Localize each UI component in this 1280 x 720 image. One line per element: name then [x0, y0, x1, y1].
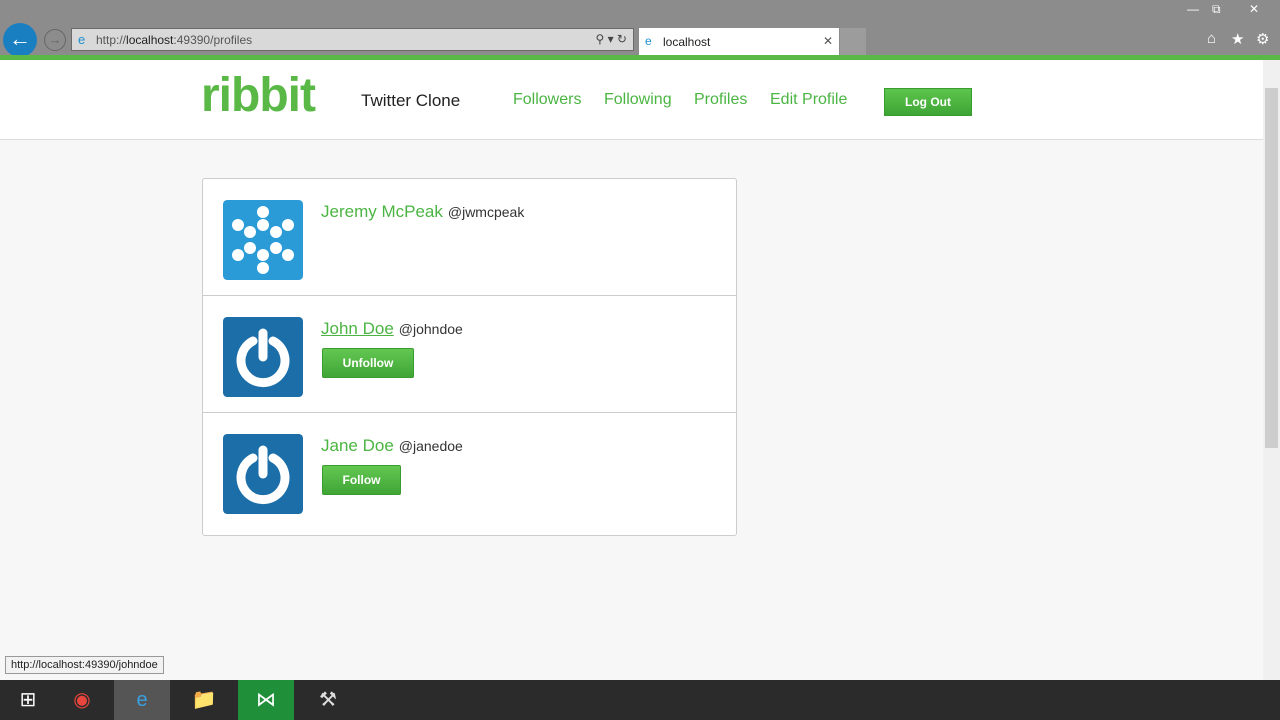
logout-button[interactable]: Log Out [884, 88, 972, 116]
ie-taskbar-icon[interactable]: e [114, 680, 170, 720]
profile-name-link[interactable]: Jeremy McPeak [321, 202, 443, 221]
minimize-icon[interactable]: — [1187, 2, 1199, 16]
search-refresh-icons[interactable]: ⚲ ▾ ↻ [595, 32, 627, 46]
nav-followers[interactable]: Followers [513, 91, 581, 109]
dots-avatar-icon [223, 200, 303, 280]
page: ribbit Twitter Clone Followers Following… [0, 60, 1263, 680]
tab-title: localhost [663, 35, 711, 49]
home-icon[interactable]: ⌂ [1207, 30, 1216, 47]
explorer-icon[interactable]: 📁 [176, 680, 232, 720]
visual-studio-icon[interactable]: ⋈ [238, 680, 294, 720]
browser-chrome: ← → e http://localhost:49390/profiles ⚲ … [0, 0, 1280, 57]
follow-button[interactable]: Follow [322, 465, 401, 495]
gear-icon[interactable]: ⚙ [1256, 30, 1269, 48]
logo[interactable]: ribbit [201, 68, 316, 123]
nav-following[interactable]: Following [604, 91, 672, 109]
close-tab-icon[interactable]: ✕ [823, 34, 833, 48]
forward-button[interactable]: → [44, 29, 66, 51]
back-button[interactable]: ← [3, 23, 37, 57]
address-bar[interactable]: e http://localhost:49390/profiles ⚲ ▾ ↻ [71, 28, 634, 51]
unfollow-button[interactable]: Unfollow [322, 348, 414, 378]
profile-handle: @janedoe [398, 438, 463, 454]
power-avatar-icon [223, 317, 303, 397]
scrollbar[interactable] [1263, 60, 1280, 680]
url-rest: :49390/profiles [173, 33, 253, 47]
nav-profiles[interactable]: Profiles [694, 91, 747, 109]
ie-icon: e [645, 34, 652, 48]
close-icon[interactable]: ✕ [1249, 2, 1259, 16]
tagline: Twitter Clone [361, 91, 461, 110]
ie-icon: e [78, 32, 86, 47]
profile-handle: @johndoe [398, 321, 463, 337]
scrollbar-thumb[interactable] [1265, 88, 1278, 448]
taskbar: ⊞ ◉ e 📁 ⋈ ⚒ [0, 680, 1280, 720]
url-host: localhost [126, 33, 174, 47]
chrome-icon[interactable]: ◉ [54, 680, 110, 720]
profile-row: Jane Doe @janedoe Follow [203, 413, 736, 530]
profile-handle: @jwmcpeak [447, 204, 525, 220]
restore-icon[interactable]: ⧉ [1212, 2, 1221, 17]
profile-row: John Doe @johndoe Unfollow [203, 296, 736, 413]
profile-list: Jeremy McPeak @jwmcpeak John Doe @johndoe … [202, 178, 737, 536]
tools-icon[interactable]: ⚒ [300, 680, 356, 720]
status-bar-url: http://localhost:49390/johndoe [5, 656, 164, 674]
star-icon[interactable]: ★ [1231, 30, 1244, 48]
profile-name-link[interactable]: John Doe [321, 319, 394, 338]
profile-row: Jeremy McPeak @jwmcpeak [203, 179, 736, 296]
start-icon[interactable]: ⊞ [0, 680, 56, 720]
nav-edit-profile[interactable]: Edit Profile [770, 91, 847, 109]
browser-tab[interactable]: e localhost ✕ [639, 28, 839, 55]
site-header: ribbit Twitter Clone Followers Following… [0, 60, 1263, 140]
url-prefix: http:// [96, 33, 127, 47]
profile-name-link[interactable]: Jane Doe [321, 436, 394, 455]
new-tab-button[interactable] [840, 28, 866, 55]
power-avatar-icon [223, 434, 303, 514]
